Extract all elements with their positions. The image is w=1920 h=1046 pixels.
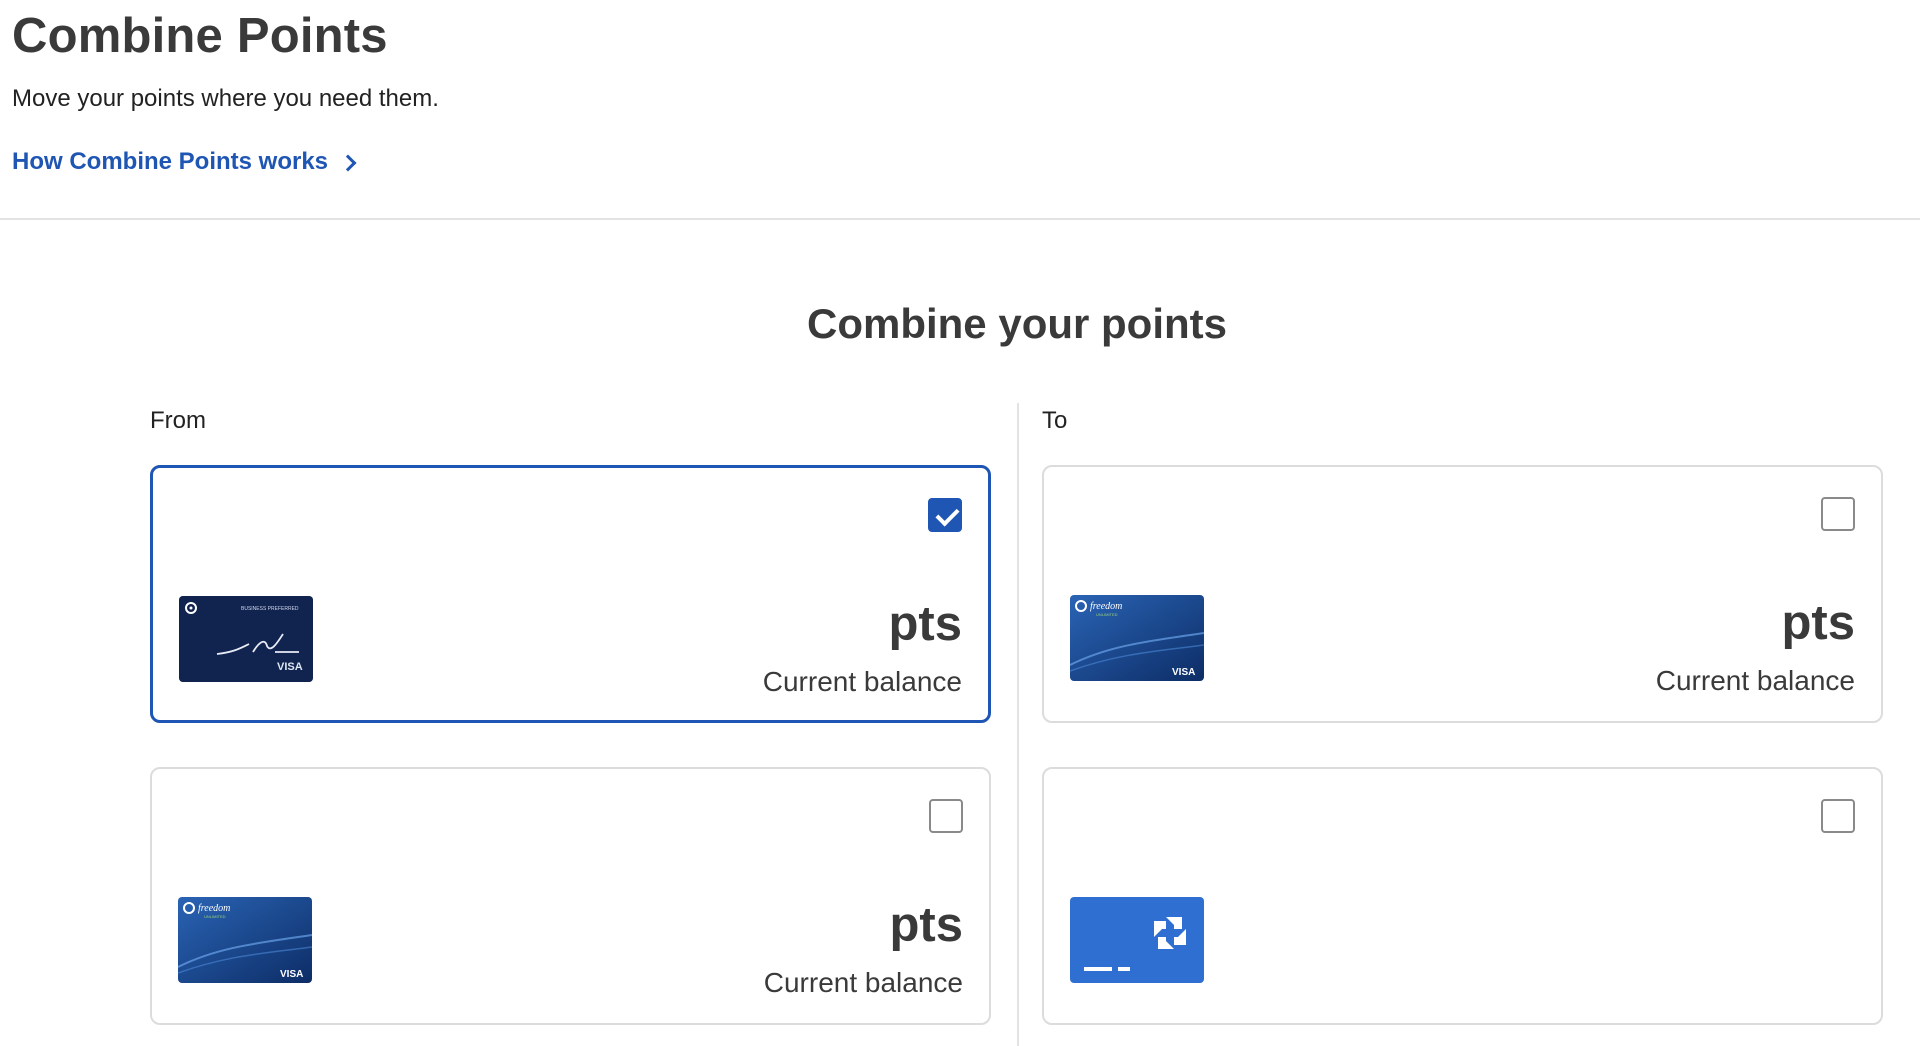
freedom-card-visa: VISA <box>280 969 303 980</box>
from-card-ink-checkbox[interactable] <box>928 498 962 532</box>
from-card-ink-points: pts <box>888 597 963 651</box>
page-header: Combine Points Move your points where yo… <box>0 0 1920 220</box>
to-freedom-card-sub: UNLIMITED <box>1096 612 1118 617</box>
how-combine-points-link[interactable]: How Combine Points works <box>12 148 357 176</box>
freedom-card-sub: UNLIMITED <box>204 914 226 919</box>
page-title: Combine Points <box>12 9 388 63</box>
chase-card-art <box>1070 897 1204 983</box>
from-card-ink-balance-label: Current balance <box>762 666 962 697</box>
page-subtitle: Move your points where you need them. <box>12 85 439 112</box>
ink-card-caption: BUSINESS PREFERRED <box>241 606 299 612</box>
to-card-freedom[interactable]: freedom UNLIMITED VISA pts Current balan… <box>1042 465 1883 723</box>
to-freedom-card-image: freedom UNLIMITED VISA <box>1070 595 1204 681</box>
ink-card-visa: VISA <box>277 661 303 673</box>
ink-business-card-art: BUSINESS PREFERRED VISA <box>179 596 313 682</box>
to-card-freedom-balance-label: Current balance <box>1655 665 1855 696</box>
chevron-right-icon <box>339 154 357 171</box>
how-link-label: How Combine Points works <box>12 148 329 175</box>
to-label: To <box>1042 407 1068 434</box>
from-card-freedom-checkbox[interactable] <box>929 799 963 833</box>
to-card-chase[interactable] <box>1042 767 1883 1025</box>
freedom-card-art: freedom UNLIMITED VISA <box>178 897 312 983</box>
to-freedom-card-visa: VISA <box>1172 667 1195 678</box>
from-card-freedom-balance-label: Current balance <box>763 967 963 998</box>
section-title: Combine your points <box>807 300 1227 347</box>
chase-card-image <box>1070 897 1204 983</box>
to-card-freedom-points: pts <box>1781 596 1856 650</box>
from-card-freedom-points: pts <box>889 898 964 952</box>
freedom-card-image: freedom UNLIMITED VISA <box>178 897 312 983</box>
to-card-chase-checkbox[interactable] <box>1821 799 1855 833</box>
column-divider <box>1017 403 1019 1046</box>
to-freedom-card-art: freedom UNLIMITED VISA <box>1070 595 1204 681</box>
from-label: From <box>150 407 206 434</box>
to-card-freedom-checkbox[interactable] <box>1821 497 1855 531</box>
ink-card-image: BUSINESS PREFERRED VISA <box>179 596 313 682</box>
to-freedom-card-brand: freedom <box>1090 601 1122 612</box>
from-card-ink-business[interactable]: BUSINESS PREFERRED VISA pts Current bala… <box>150 465 991 723</box>
from-card-freedom[interactable]: freedom UNLIMITED VISA pts Current balan… <box>150 767 991 1025</box>
freedom-card-brand: freedom <box>198 903 230 914</box>
